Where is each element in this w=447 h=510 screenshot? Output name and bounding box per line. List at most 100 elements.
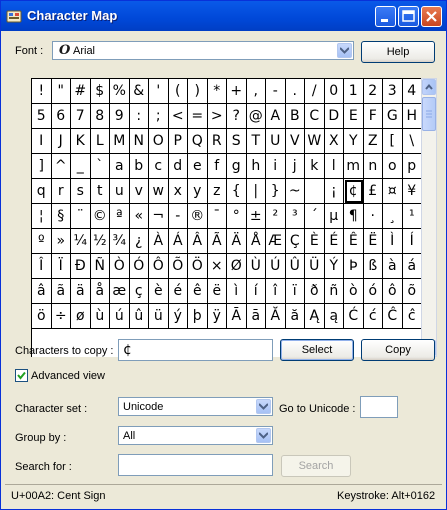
character-cell[interactable]: ³: [285, 204, 305, 229]
character-cell[interactable]: ®: [188, 204, 208, 229]
character-cell[interactable]: ÷: [51, 304, 71, 329]
character-cell[interactable]: t: [90, 179, 110, 204]
character-cell[interactable]: Ç: [285, 229, 305, 254]
character-cell[interactable]: ù: [90, 304, 110, 329]
character-cell[interactable]: °: [227, 204, 247, 229]
character-cell[interactable]: d: [168, 154, 188, 179]
character-cell[interactable]: ×: [207, 254, 227, 279]
character-cell[interactable]: Ú: [266, 254, 286, 279]
character-cell[interactable]: i: [266, 154, 286, 179]
character-cell[interactable]: Î: [32, 254, 52, 279]
character-cell[interactable]: ð: [305, 279, 325, 304]
character-cell[interactable]: *: [207, 79, 227, 104]
characters-to-copy-field[interactable]: ¢: [118, 339, 273, 361]
character-cell[interactable]: R: [207, 129, 227, 154]
character-cell[interactable]: ¯: [207, 204, 227, 229]
character-cell[interactable]: W: [305, 129, 325, 154]
character-cell[interactable]: ¨: [71, 204, 91, 229]
character-cell[interactable]: ;: [149, 104, 169, 129]
character-cell[interactable]: ´: [305, 204, 325, 229]
character-cell[interactable]: s: [71, 179, 91, 204]
character-cell[interactable]: ü: [149, 304, 169, 329]
character-cell[interactable]: 1: [344, 79, 364, 104]
character-set-dropdown[interactable]: Unicode: [118, 397, 273, 416]
title-bar[interactable]: Character Map: [1, 1, 446, 31]
font-dropdown[interactable]: O Arial: [52, 41, 354, 60]
character-cell[interactable]: Ĉ: [383, 304, 403, 329]
character-cell[interactable]: C: [305, 104, 325, 129]
character-cell[interactable]: x: [168, 179, 188, 204]
scroll-thumb[interactable]: [422, 97, 436, 131]
character-cell[interactable]: g: [227, 154, 247, 179]
character-cell[interactable]: Ý: [324, 254, 344, 279]
advanced-view-checkbox[interactable]: [15, 369, 28, 382]
character-cell[interactable]: ¢: [344, 179, 364, 204]
character-cell[interactable]: .: [285, 79, 305, 104]
character-cell[interactable]: û: [129, 304, 149, 329]
character-cell[interactable]: ¾: [110, 229, 130, 254]
character-cell[interactable]: z: [207, 179, 227, 204]
character-cell[interactable]: Ă: [266, 304, 286, 329]
character-cell[interactable]: ¦: [32, 204, 52, 229]
go-to-unicode-field[interactable]: [360, 396, 398, 418]
character-cell[interactable]: »: [51, 229, 71, 254]
character-cell[interactable]: 5: [32, 104, 52, 129]
chevron-down-icon[interactable]: [337, 43, 352, 58]
character-cell[interactable]: k: [305, 154, 325, 179]
character-cell[interactable]: ¼: [71, 229, 91, 254]
scroll-up-button[interactable]: [422, 79, 436, 95]
character-cell[interactable]: ¹: [402, 204, 422, 229]
character-cell[interactable]: v: [129, 179, 149, 204]
character-cell[interactable]: Ø: [227, 254, 247, 279]
character-cell[interactable]: È: [305, 229, 325, 254]
character-cell[interactable]: P: [168, 129, 188, 154]
character-cell[interactable]: /: [305, 79, 325, 104]
character-cell[interactable]: Ù: [246, 254, 266, 279]
character-cell[interactable]: h: [246, 154, 266, 179]
chevron-down-icon[interactable]: [256, 428, 271, 443]
character-cell[interactable]: \: [402, 129, 422, 154]
character-cell[interactable]: ]: [32, 154, 52, 179]
character-cell[interactable]: ï: [285, 279, 305, 304]
character-cell[interactable]: É: [324, 229, 344, 254]
select-button[interactable]: Select: [280, 339, 354, 361]
character-cell[interactable]: Y: [344, 129, 364, 154]
character-cell[interactable]: !: [32, 79, 52, 104]
character-cell[interactable]: ą: [324, 304, 344, 329]
copy-button[interactable]: Copy: [361, 339, 435, 361]
character-cell[interactable]: î: [266, 279, 286, 304]
character-cell[interactable]: Å: [246, 229, 266, 254]
character-cell[interactable]: 2: [363, 79, 383, 104]
character-cell[interactable]: Ô: [149, 254, 169, 279]
character-cell[interactable]: B: [285, 104, 305, 129]
group-by-dropdown[interactable]: All: [118, 426, 273, 445]
character-cell[interactable]: u: [110, 179, 130, 204]
character-cell[interactable]: a: [110, 154, 130, 179]
chevron-down-icon[interactable]: [256, 399, 271, 414]
character-cell[interactable]: :: [129, 104, 149, 129]
character-cell[interactable]: ö: [32, 304, 52, 329]
character-cell[interactable]: 9: [110, 104, 130, 129]
character-cell[interactable]: w: [149, 179, 169, 204]
character-cell[interactable]: ß: [363, 254, 383, 279]
character-cell[interactable]: ĉ: [402, 304, 422, 329]
character-cell[interactable]: m: [344, 154, 364, 179]
character-cell[interactable]: ?: [227, 104, 247, 129]
character-cell[interactable]: À: [149, 229, 169, 254]
character-cell[interactable]: µ: [324, 204, 344, 229]
character-cell[interactable]: Á: [168, 229, 188, 254]
character-cell[interactable]: I: [32, 129, 52, 154]
character-cell[interactable]: ^: [51, 154, 71, 179]
character-cell[interactable]: ¡: [324, 179, 344, 204]
character-cell[interactable]: Ć: [344, 304, 364, 329]
character-cell[interactable]: Ê: [344, 229, 364, 254]
character-cell[interactable]: |: [246, 179, 266, 204]
character-cell[interactable]: «: [129, 204, 149, 229]
character-cell[interactable]: ê: [188, 279, 208, 304]
character-cell[interactable]: O: [149, 129, 169, 154]
character-cell[interactable]: ": [51, 79, 71, 104]
character-cell[interactable]: <: [168, 104, 188, 129]
character-cell[interactable]: o: [383, 154, 403, 179]
character-cell[interactable]: ë: [207, 279, 227, 304]
character-cell[interactable]: º: [32, 229, 52, 254]
